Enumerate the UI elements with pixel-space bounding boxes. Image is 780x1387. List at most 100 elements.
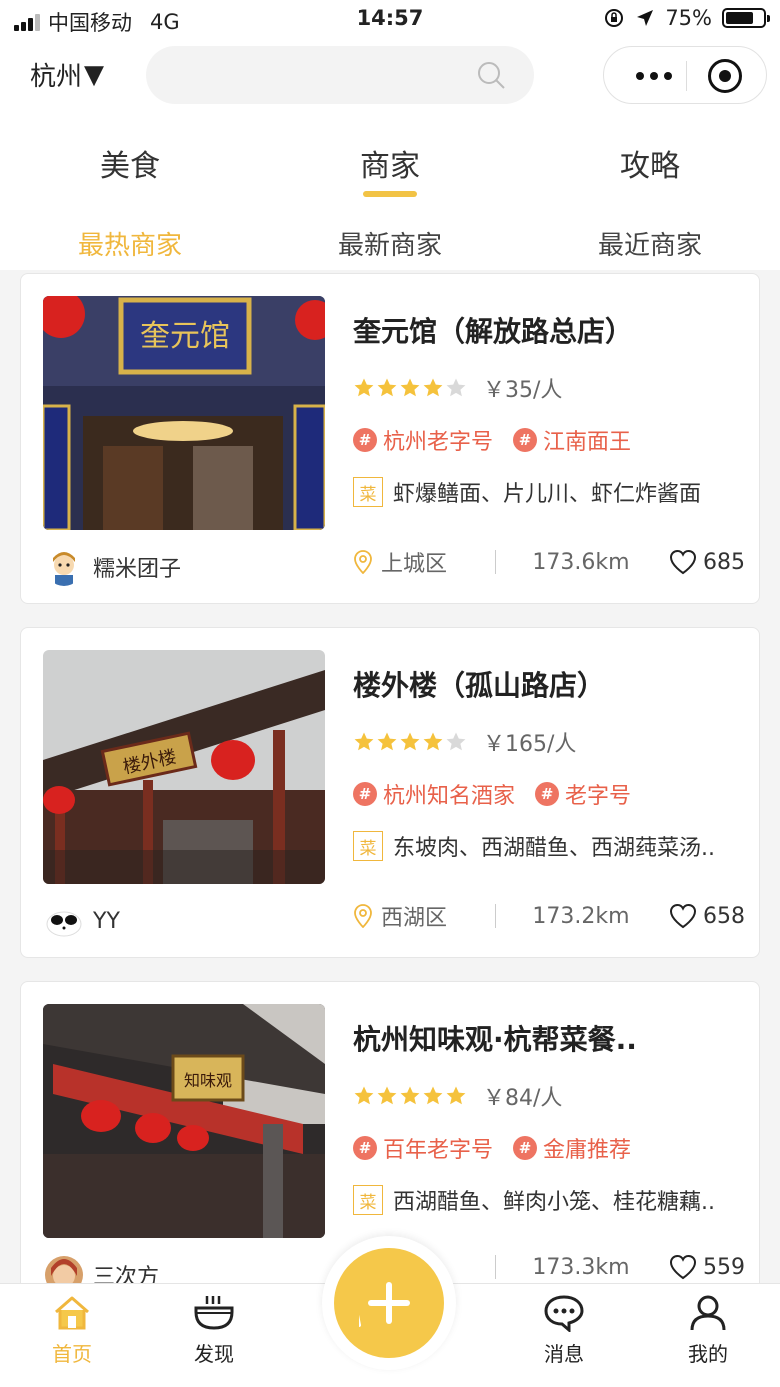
tab-guides[interactable]: 攻略 <box>520 115 780 213</box>
price-per-person: ￥165/人 <box>483 732 577 757</box>
avatar[interactable] <box>45 902 83 940</box>
star-icon <box>423 1086 443 1105</box>
status-right: 75% <box>603 6 770 30</box>
svg-text:奎元馆: 奎元馆 <box>140 319 230 354</box>
merchant-meta: 西湖区 173.2km 658 <box>353 900 745 932</box>
tag-label: 金庸推荐 <box>543 1138 632 1163</box>
nav-home[interactable]: 首页 <box>22 1294 122 1367</box>
merchant-name[interactable]: 奎元馆（解放路总店） <box>353 310 633 350</box>
hashtag-icon: # <box>513 1136 538 1160</box>
search-icon[interactable] <box>476 60 506 90</box>
city-label: 杭州 <box>30 62 83 92</box>
merchant-photo[interactable]: 楼外楼 <box>43 650 325 884</box>
merchant-meta: 上城区 173.6km 685 <box>353 546 745 578</box>
header-bar: 杭州 ▼ <box>0 40 780 115</box>
merchant-name[interactable]: 杭州知味观·杭帮菜餐.. <box>353 1018 637 1058</box>
star-icon <box>377 1086 397 1105</box>
merchant-rating: ￥165/人 <box>353 726 576 758</box>
sub-tabs: 最热商家 最新商家 最近商家 <box>0 213 780 270</box>
hashtag-icon: # <box>513 428 538 452</box>
signature-dishes: 菜 西湖醋鱼、鲜肉小笼、桂花糖藕.. <box>353 1184 715 1216</box>
subtab-nearest[interactable]: 最近商家 <box>520 213 780 270</box>
poster-name: 糯米团子 <box>93 557 182 582</box>
merchant-tags: # 百年老字号 # 金庸推荐 <box>353 1132 631 1164</box>
like-count: 559 <box>703 1254 745 1280</box>
merchant-tag[interactable]: # 杭州老字号 <box>353 424 493 456</box>
merchant-card[interactable]: 奎元馆 奎元馆（解放路总店） ￥35/人 # 杭州老字号 # 江南面王 菜 虾爆鳝面… <box>20 273 760 604</box>
star-rating <box>353 377 467 399</box>
heart-icon <box>669 1254 697 1280</box>
star-icon <box>446 378 466 397</box>
dish-badge: 菜 <box>353 1185 383 1215</box>
heart-icon <box>669 903 697 929</box>
like-button[interactable]: 685 <box>666 549 745 575</box>
avatar[interactable] <box>45 548 83 586</box>
chat-bubble-icon <box>544 1295 584 1332</box>
star-icon <box>423 732 443 751</box>
star-icon <box>400 1086 420 1105</box>
heart-icon <box>669 549 697 575</box>
distance: 173.6km <box>532 549 630 575</box>
nav-messages[interactable]: 消息 <box>514 1294 614 1367</box>
merchant-tag[interactable]: # 金庸推荐 <box>513 1132 631 1164</box>
distance: 173.3km <box>532 1254 630 1280</box>
poster-info[interactable]: YY <box>45 902 120 940</box>
dropdown-arrow-icon: ▼ <box>84 59 105 90</box>
nav-discover[interactable]: 发现 <box>164 1294 264 1367</box>
star-icon <box>354 378 374 397</box>
tab-merchants[interactable]: 商家 <box>260 115 520 213</box>
tag-label: 百年老字号 <box>383 1138 494 1163</box>
district-label: 西湖区 <box>381 906 448 931</box>
merchant-photo[interactable]: 奎元馆 <box>43 296 325 530</box>
star-icon <box>423 378 443 397</box>
subtab-newest[interactable]: 最新商家 <box>260 213 520 270</box>
search-bar[interactable] <box>146 46 534 104</box>
tag-label: 杭州知名酒家 <box>383 784 516 809</box>
star-icon <box>377 378 397 397</box>
merchant-tag[interactable]: # 老字号 <box>535 778 631 810</box>
active-tab-indicator <box>363 191 417 197</box>
user-icon <box>690 1295 726 1331</box>
merchant-tag[interactable]: # 江南面王 <box>513 424 631 456</box>
merchant-rating: ￥84/人 <box>353 1080 562 1112</box>
plus-icon <box>359 1282 410 1327</box>
like-count: 685 <box>703 549 745 575</box>
merchant-tag[interactable]: # 百年老字号 <box>353 1132 493 1164</box>
dishes-list: 东坡肉、西湖醋鱼、西湖莼菜汤.. <box>393 836 715 861</box>
city-selector[interactable]: 杭州 ▼ <box>30 56 104 93</box>
close-miniprogram-icon[interactable] <box>708 59 742 93</box>
price-per-person: ￥35/人 <box>483 378 563 403</box>
add-post-button[interactable] <box>334 1248 444 1358</box>
merchant-name[interactable]: 楼外楼（孤山路店） <box>353 664 605 704</box>
merchant-card[interactable]: 楼外楼 楼外楼（孤山路店） ￥165/人 # 杭州知名酒家 # 老字号 菜 东坡肉、… <box>20 627 760 958</box>
star-icon <box>377 732 397 751</box>
district-label: 上城区 <box>381 552 448 577</box>
main-tabs: 美食 商家 攻略 <box>0 115 780 213</box>
nav-mine-label: 我的 <box>688 1342 728 1366</box>
subtab-hottest[interactable]: 最热商家 <box>0 213 260 270</box>
more-options-icon[interactable] <box>622 47 686 105</box>
dishes-list: 西湖醋鱼、鲜肉小笼、桂花糖藕.. <box>393 1190 715 1215</box>
capsule-divider <box>686 61 687 91</box>
dish-badge: 菜 <box>353 831 383 861</box>
nav-mine[interactable]: 我的 <box>658 1294 758 1367</box>
like-button[interactable]: 658 <box>666 903 745 929</box>
hashtag-icon: # <box>353 1136 377 1160</box>
like-count: 658 <box>703 903 745 929</box>
tab-food-label: 美食 <box>100 149 160 184</box>
like-button[interactable]: 559 <box>666 1254 745 1280</box>
tag-label: 杭州老字号 <box>383 430 494 455</box>
tag-label: 老字号 <box>565 784 632 809</box>
tab-food[interactable]: 美食 <box>0 115 260 213</box>
star-rating <box>353 1085 467 1107</box>
merchant-tag[interactable]: # 杭州知名酒家 <box>353 778 515 810</box>
distance: 173.2km <box>532 903 630 929</box>
miniprogram-capsule <box>603 46 767 104</box>
signature-dishes: 菜 虾爆鳝面、片儿川、虾仁炸酱面 <box>353 476 701 508</box>
star-icon <box>400 732 420 751</box>
star-icon <box>446 1086 466 1105</box>
dishes-list: 虾爆鳝面、片儿川、虾仁炸酱面 <box>393 482 702 507</box>
star-icon <box>400 378 420 397</box>
poster-info[interactable]: 糯米团子 <box>45 548 181 586</box>
merchant-photo[interactable]: 知味观 <box>43 1004 325 1238</box>
